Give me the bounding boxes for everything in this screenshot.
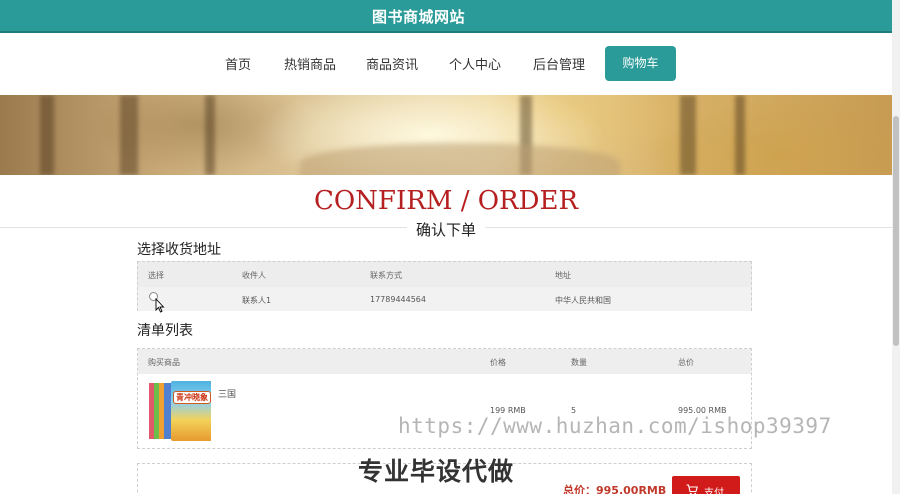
order-list-title: 清单列表 [137,323,193,339]
site-header: 图书商城网站 [0,0,892,33]
table-row[interactable] [138,287,751,311]
book-cover-title: 青冲晓象 [173,391,211,404]
scrollbar-thumb[interactable] [893,116,899,346]
recipient-address: 中华人民共和国 [555,296,611,305]
mouse-cursor-icon [155,298,165,313]
nav-product-news[interactable]: 商品资讯 [366,54,418,73]
nav-cart[interactable]: 购物车 [605,46,676,81]
pay-button[interactable]: 支付 [672,476,740,494]
col-recipient: 收件人 [242,271,266,280]
col-select: 选择 [148,271,164,280]
nav-admin[interactable]: 后台管理 [533,54,585,73]
banner-image [0,95,892,175]
address-section-title: 选择收货地址 [137,242,221,258]
col-contact: 联系方式 [370,271,402,280]
nav-user-center[interactable]: 个人中心 [449,54,501,73]
pay-button-label: 支付 [704,488,724,494]
col-address: 地址 [555,271,571,280]
page-title-cn: 确认下单 [415,221,476,239]
table-header [138,349,751,374]
col-quantity: 数量 [571,358,587,367]
main-nav: 首页 热销商品 商品资讯 个人中心 后台管理 购物车 [0,35,892,95]
product-image[interactable]: 青冲晓象 [149,381,211,443]
recipient-phone: 17789444564 [370,295,426,304]
watermark-slogan: 专业毕设代做 [358,457,515,486]
watermark-url: https://www.huzhan.com/ishop39397 [398,414,832,438]
product-name[interactable]: 三国 [218,387,236,400]
col-price: 价格 [490,358,506,367]
col-product: 购买商品 [148,358,180,367]
address-table: 选择 收件人 联系方式 地址 联系人1 17789444564 中华人民共和国 [137,261,752,313]
nav-home[interactable]: 首页 [225,54,251,73]
nav-hot-products[interactable]: 热销商品 [284,54,336,73]
total-price: 总价：995.00RMB [563,484,667,494]
site-title: 图书商城网站 [372,8,466,26]
col-total: 总价 [678,358,694,367]
recipient-name: 联系人1 [242,296,272,305]
page-title-en: CONFIRM / ORDER [313,186,579,216]
cart-icon [686,484,698,494]
